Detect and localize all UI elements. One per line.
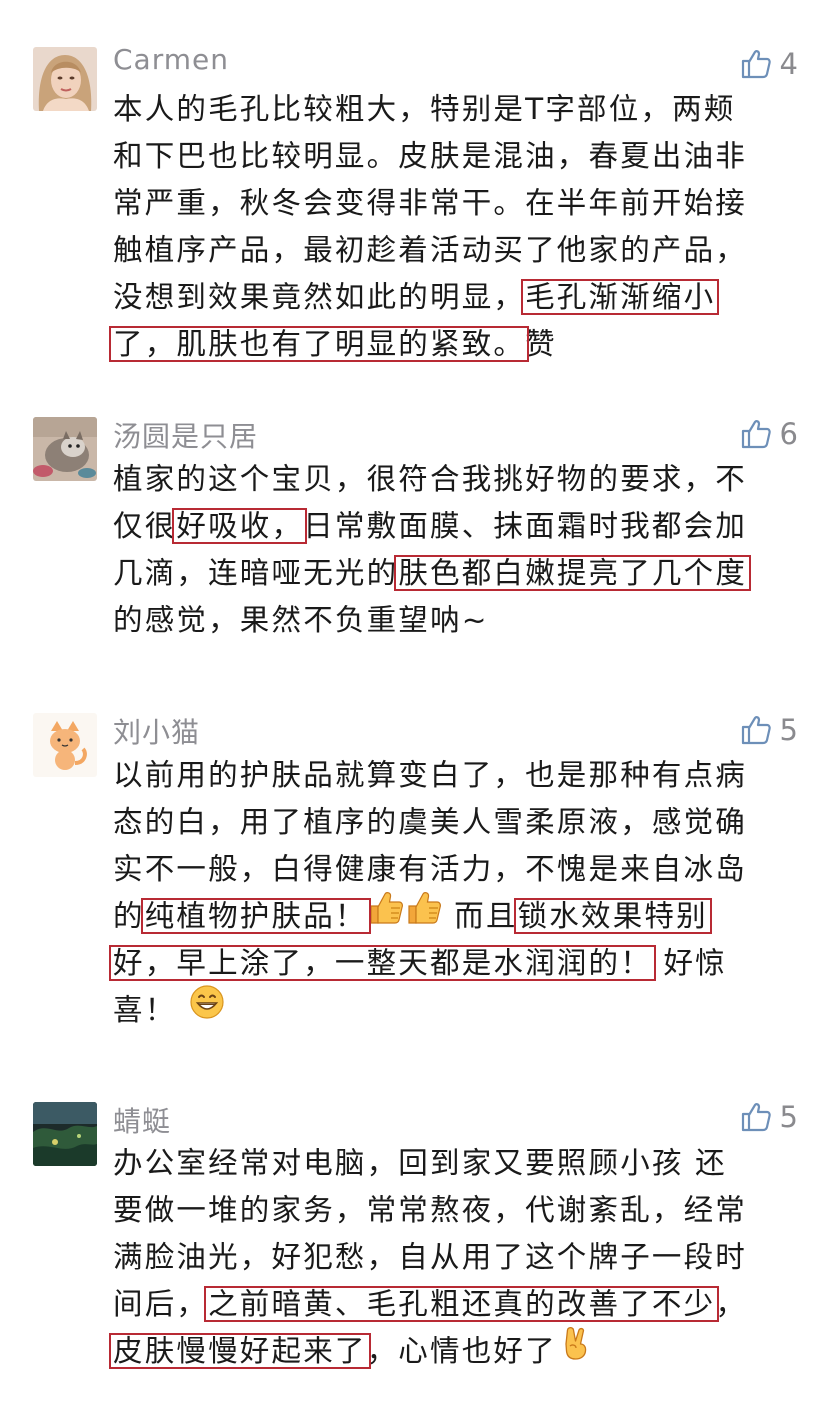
text-segment: 而且 [442, 899, 518, 933]
comment-text: 植家的这个宝贝，很符合我挑好物的要求，不 仅很好吸收，日常敷面膜、抹面霜时我都会加… [113, 456, 803, 644]
thumbs-up-icon [367, 889, 405, 941]
thumbs-up-icon [740, 418, 772, 450]
comment-line: 态的白，用了植序的虞美人雪柔原液，感觉确 [113, 799, 803, 846]
comment-text: 本人的毛孔比较粗大，特别是T字部位，两颊 和下巴也比较明显。皮肤是混油，春夏出油非… [108, 86, 803, 368]
highlighted-text: 毛孔渐渐缩小 [521, 279, 720, 315]
comment-line: 实不一般，白得健康有活力，不愧是来自冰岛 [113, 846, 803, 893]
comment-line: 以前用的护肤品就算变白了，也是那种有点病 [113, 752, 803, 799]
avatar[interactable] [33, 1102, 97, 1166]
text-segment: 赞 [525, 327, 557, 361]
comment-line: 间后，之前暗黄、毛孔粗还真的改善了不少， [113, 1281, 803, 1328]
comment-line: 几滴，连暗哑无光的肤色都白嫩提亮了几个度 [113, 550, 803, 597]
text-segment: ， [715, 1287, 748, 1321]
grinning-face-icon [188, 983, 226, 1035]
text-segment: 没想到效果竟然如此的明显， [113, 280, 526, 314]
avatar[interactable] [33, 47, 97, 111]
text-segment: 喜！ [113, 993, 188, 1027]
text-segment: 的 [113, 899, 145, 933]
text-segment: 触植序产品，最初趁着活动买了他家的产品， [113, 233, 748, 267]
comment-line: 没想到效果竟然如此的明显，毛孔渐渐缩小 [113, 274, 803, 321]
avatar[interactable] [33, 713, 97, 777]
like-count: 5 [779, 1100, 798, 1134]
comment-line: 常严重，秋冬会变得非常干。在半年前开始接 [113, 180, 803, 227]
highlighted-text: 之前暗黄、毛孔粗还真的改善了不少 [204, 1286, 720, 1322]
comment-line: 的感觉，果然不负重望呐~ [113, 597, 803, 644]
text-segment: 和下巴也比较明显。皮肤是混油，春夏出油非 [113, 139, 748, 173]
comment-text: 以前用的护肤品就算变白了，也是那种有点病 态的白，用了植序的虞美人雪柔原液，感觉确… [109, 752, 803, 1034]
text-segment: 以前用的护肤品就算变白了，也是那种有点病 [113, 758, 748, 792]
comment-line: 仅很好吸收，日常敷面膜、抹面霜时我都会加 [113, 503, 803, 550]
text-segment: 日常敷面膜、抹面霜时我都会加 [303, 509, 748, 543]
like-button[interactable]: 4 [740, 44, 798, 84]
comment-line: 本人的毛孔比较粗大，特别是T字部位，两颊 [113, 86, 803, 133]
thumbs-up-icon [740, 1101, 772, 1133]
comment-line: 皮肤慢慢好起来了，心情也好了 [109, 1326, 803, 1375]
text-segment: 办公室经常对电脑，回到家又要照顾小孩 还 [113, 1146, 727, 1180]
text-segment: 好惊 [651, 946, 727, 980]
highlighted-text: 好，早上涂了，一整天都是水润润的！ [109, 945, 656, 981]
like-count: 6 [779, 417, 798, 451]
text-segment: 常严重，秋冬会变得非常干。在半年前开始接 [113, 186, 748, 220]
text-segment: 实不一般，白得健康有活力，不愧是来自冰岛 [113, 852, 748, 886]
comment-line: 了，肌肤也有了明显的紧致。赞 [108, 321, 803, 368]
comment-line: 办公室经常对电脑，回到家又要照顾小孩 还 [113, 1140, 803, 1187]
text-segment: 仅很 [113, 509, 177, 543]
highlighted-text: 纯植物护肤品！ [140, 898, 371, 934]
text-segment: 植家的这个宝贝，很符合我挑好物的要求，不 [113, 462, 748, 496]
highlighted-text: 了，肌肤也有了明显的紧致。 [108, 326, 530, 362]
thumbs-up-icon [740, 714, 772, 746]
comment-line: 触植序产品，最初趁着活动买了他家的产品， [113, 227, 803, 274]
highlighted-text: 锁水效果特别 [513, 898, 712, 934]
avatar[interactable] [33, 417, 97, 481]
highlighted-text: 好吸收， [172, 508, 308, 544]
author-name[interactable]: 蜻蜓 [113, 1100, 171, 1140]
like-button[interactable]: 5 [740, 710, 798, 750]
text-segment: 要做一堆的家务，常常熬夜，代谢紊乱，经常 [113, 1193, 748, 1227]
comment-line: 的纯植物护肤品！ 而且锁水效果特别 [113, 891, 803, 940]
text-segment: ，心情也好了 [366, 1334, 557, 1368]
victory-hand-icon [557, 1324, 595, 1376]
comment-line: 满脸油光，好犯愁，自从用了这个牌子一段时 [113, 1234, 803, 1281]
text-segment: 本人的毛孔比较粗大，特别是T字部位，两颊 [113, 92, 736, 126]
comment-line: 植家的这个宝贝，很符合我挑好物的要求，不 [113, 456, 803, 503]
author-name[interactable]: 刘小猫 [113, 711, 200, 751]
comment-line: 要做一堆的家务，常常熬夜，代谢紊乱，经常 [113, 1187, 803, 1234]
author-name[interactable]: Carmen [113, 43, 229, 76]
like-count: 4 [779, 47, 798, 81]
comment-text: 办公室经常对电脑，回到家又要照顾小孩 还要做一堆的家务，常常熬夜，代谢紊乱，经常… [109, 1140, 803, 1375]
thumbs-up-icon [740, 48, 772, 80]
highlighted-text: 肤色都白嫩提亮了几个度 [394, 555, 752, 591]
comment-line: 好，早上涂了，一整天都是水润润的！ 好惊 [109, 940, 803, 987]
like-button[interactable]: 5 [740, 1097, 798, 1137]
comment-line: 和下巴也比较明显。皮肤是混油，春夏出油非 [113, 133, 803, 180]
thumbs-up-icon [405, 889, 443, 941]
text-segment: 几滴，连暗哑无光的 [113, 556, 399, 590]
text-segment: 态的白，用了植序的虞美人雪柔原液，感觉确 [113, 805, 748, 839]
text-segment: 的感觉，果然不负重望呐~ [113, 603, 489, 637]
highlighted-text: 皮肤慢慢好起来了 [109, 1333, 371, 1369]
text-segment: 满脸油光，好犯愁，自从用了这个牌子一段时 [113, 1240, 748, 1274]
author-name[interactable]: 汤圆是只居 [113, 415, 258, 455]
text-segment: 间后， [113, 1287, 209, 1321]
like-count: 5 [779, 713, 798, 747]
like-button[interactable]: 6 [740, 414, 798, 454]
comment-line: 喜！ [113, 984, 803, 1034]
